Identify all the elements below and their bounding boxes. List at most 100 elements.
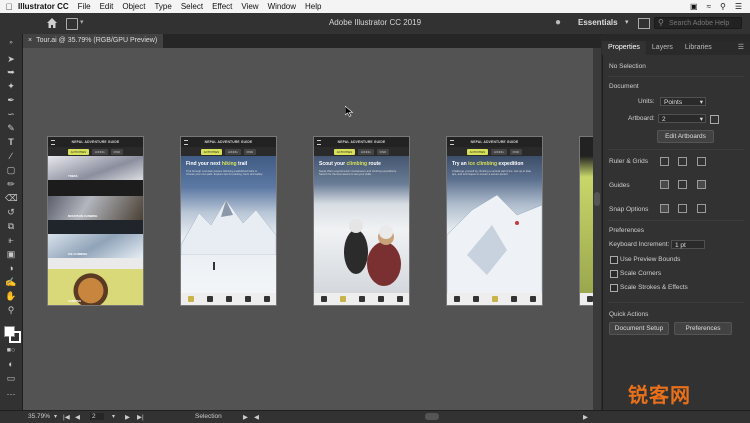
artboard-chevron-icon[interactable]: ▾ — [112, 413, 115, 420]
keyboard-increment-input[interactable]: 1 pt — [671, 240, 705, 249]
zoom-tool-icon[interactable]: ⚲ — [5, 305, 17, 316]
use-preview-bounds-checkbox[interactable] — [610, 256, 618, 264]
stripe-mountain-climbing: MOUNTAIN CLIMBING — [48, 196, 143, 220]
tab-properties[interactable]: Properties — [602, 41, 646, 55]
menu-edit[interactable]: Edit — [100, 2, 114, 11]
artboard-2[interactable]: NEPAL ADVENTURE GUIDE ACTIVITIES HIKING … — [180, 136, 277, 306]
artboard-1[interactable]: NEPAL ADVENTURE GUIDE ACTIVITIES HIKING … — [47, 136, 144, 306]
help-search-input[interactable]: Search Adobe Help — [654, 17, 742, 29]
color-mode-icon[interactable]: ■○ — [5, 345, 17, 356]
snap-to-point-icon[interactable] — [660, 204, 669, 213]
airplay-icon[interactable]: ▣ — [690, 2, 698, 11]
scale-tool-icon[interactable]: ⧉ — [5, 221, 17, 232]
tent-icon — [244, 296, 251, 302]
edit-artboards-button[interactable]: Edit Artboards — [657, 130, 714, 143]
scroll-right-icon[interactable]: ▶ — [583, 413, 588, 421]
menu-window[interactable]: Window — [268, 2, 296, 11]
zoom-chevron-icon[interactable]: ▾ — [54, 413, 57, 420]
lock-guides-icon[interactable] — [678, 180, 687, 189]
eraser-tool-icon[interactable]: ⌫ — [5, 193, 18, 204]
grid-icon[interactable] — [678, 157, 687, 166]
app-menu[interactable]: Illustrator CC — [18, 2, 69, 11]
menu-select[interactable]: Select — [181, 2, 203, 11]
show-guides-icon[interactable] — [660, 180, 669, 189]
line-tool-icon[interactable]: ∕ — [5, 151, 17, 162]
stroke-swatch[interactable] — [9, 331, 21, 343]
menu-effect[interactable]: Effect — [212, 2, 232, 11]
paintbrush-tool-icon[interactable]: ✎ — [5, 123, 17, 134]
draw-mode-icon[interactable]: ◐ — [5, 359, 17, 370]
selection-tool-icon[interactable]: ➤ — [5, 54, 17, 65]
menu-type[interactable]: Type — [154, 2, 171, 11]
shape-builder-tool-icon[interactable]: ◑ — [5, 263, 17, 274]
curvature-tool-icon[interactable]: ∽ — [5, 109, 17, 120]
smart-guides-icon[interactable] — [697, 180, 706, 189]
zoom-level[interactable]: 35.79% — [28, 413, 50, 420]
artboard-4[interactable]: NEPAL ADVENTURE GUIDE ACTIVITIES HIKING … — [446, 136, 543, 306]
notification-center-icon[interactable]: ☰ — [735, 2, 742, 11]
menu-object[interactable]: Object — [122, 2, 145, 11]
rectangle-tool-icon[interactable]: ▢ — [5, 165, 17, 176]
pen-tool-icon[interactable]: ✒ — [5, 95, 17, 106]
rulers-icon[interactable] — [660, 157, 669, 166]
menu-help[interactable]: Help — [305, 2, 321, 11]
artboard-3[interactable]: NEPAL ADVENTURE GUIDE ACTIVITIES HIKING … — [313, 136, 410, 306]
carabiner-icon — [339, 296, 346, 302]
transparency-grid-icon[interactable] — [697, 157, 706, 166]
close-tab-icon[interactable]: × — [28, 37, 32, 44]
workspace-chevron-icon[interactable]: ▾ — [625, 18, 629, 26]
lightbulb-icon[interactable]: ● — [555, 17, 561, 28]
tab-layers[interactable]: Layers — [646, 41, 679, 55]
type-tool-icon[interactable]: T — [5, 137, 17, 148]
panel-grip[interactable] — [602, 34, 750, 41]
tools-panel: » ➤ ➥ ✦ ✒ ∽ ✎ T ∕ ▢ ✏ ⌫ ↺ ⧉ ⫦ ▣ ◑ ✍ ✋ ⚲ … — [0, 34, 23, 410]
panel-menu-icon[interactable]: ☰ — [732, 41, 750, 55]
next-artboard-icon[interactable]: ▶ — [125, 413, 130, 421]
document-setup-button[interactable]: Document Setup — [609, 322, 669, 335]
apple-icon[interactable]:  — [0, 2, 18, 12]
hand-tool-icon[interactable]: ✋ — [5, 291, 17, 302]
snap-to-grid-icon[interactable] — [678, 204, 687, 213]
artboard-select[interactable]: 2 ▾ — [658, 114, 706, 123]
scroll-left-icon[interactable]: ◀ — [254, 413, 259, 421]
pencil-tool-icon[interactable]: ✏ — [5, 179, 17, 190]
document-tab[interactable]: × Tour.ai @ 35.79% (RGB/GPU Preview) — [23, 34, 163, 48]
workspace-switcher[interactable]: Essentials — [578, 18, 618, 27]
vertical-scrollbar-thumb[interactable] — [594, 192, 600, 206]
units-select[interactable]: Points ▾ — [660, 97, 706, 106]
width-tool-icon[interactable]: ⫦ — [5, 235, 17, 246]
canvas[interactable]: NEPAL ADVENTURE GUIDE ACTIVITIES HIKING … — [23, 48, 593, 410]
menu-view[interactable]: View — [241, 2, 258, 11]
eyedropper-tool-icon[interactable]: ✍ — [5, 277, 17, 288]
artboard-number-field[interactable]: 2 — [90, 413, 104, 420]
artboard-label: Artboard: — [628, 115, 655, 122]
status-arrow-icon[interactable]: ▶ — [243, 413, 248, 421]
vertical-scrollbar[interactable] — [593, 48, 601, 410]
preferences-button[interactable]: Preferences — [674, 322, 732, 335]
artboard-options-icon[interactable] — [710, 115, 719, 124]
units-label: Units: — [638, 98, 655, 105]
first-artboard-icon[interactable]: |◀ — [63, 413, 70, 421]
panel-collapse-icon[interactable]: » — [5, 38, 17, 49]
tab-libraries[interactable]: Libraries — [679, 41, 718, 55]
menu-file[interactable]: File — [78, 2, 91, 11]
last-artboard-icon[interactable]: ▶| — [137, 413, 144, 421]
spotlight-icon[interactable]: ⚲ — [720, 2, 726, 11]
artboard-5[interactable] — [579, 136, 593, 306]
screen-mode-icon[interactable]: ▭ — [5, 373, 17, 384]
scale-corners-checkbox[interactable] — [610, 270, 618, 278]
chevron-down-icon: ▾ — [699, 116, 703, 123]
more-tools-icon[interactable]: ⋯ — [5, 389, 17, 400]
ice-wall-illustration — [447, 195, 542, 295]
magic-wand-tool-icon[interactable]: ✦ — [5, 81, 17, 92]
wifi-icon[interactable]: ≈ — [707, 2, 711, 11]
horizontal-scrollbar-thumb[interactable] — [425, 413, 439, 420]
scale-strokes-checkbox[interactable] — [610, 284, 618, 292]
snap-to-pixel-icon[interactable] — [697, 204, 706, 213]
nav-activities: ACTIVITIES — [333, 148, 356, 155]
direct-selection-tool-icon[interactable]: ➥ — [5, 67, 17, 78]
workspace-layout-icon[interactable] — [638, 18, 650, 29]
previous-artboard-icon[interactable]: ◀ — [75, 413, 80, 421]
rotate-tool-icon[interactable]: ↺ — [5, 207, 17, 218]
free-transform-tool-icon[interactable]: ▣ — [5, 249, 17, 260]
